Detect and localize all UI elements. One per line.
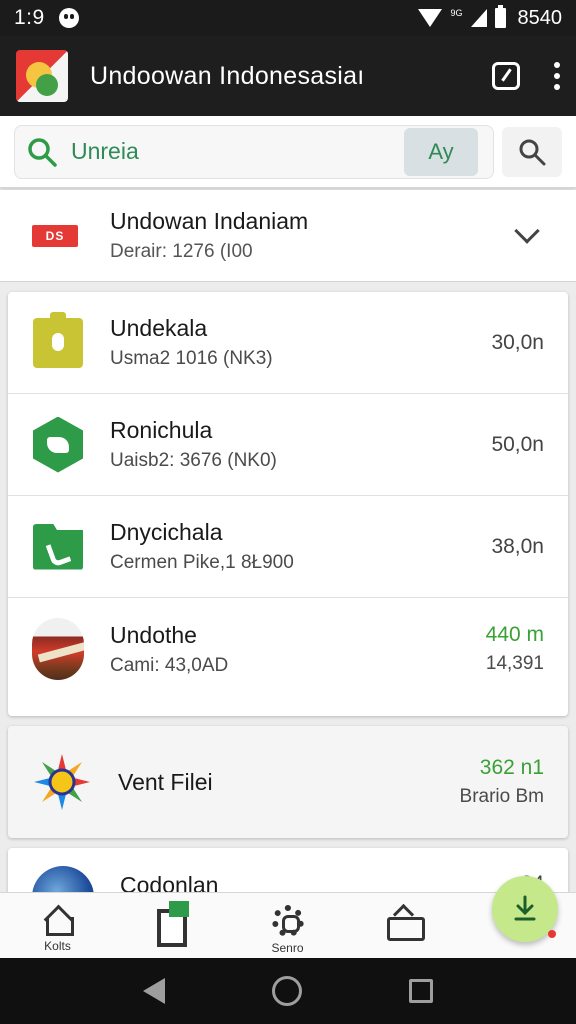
item-detail: Cermen Pike,1 8Ł900 [110,552,294,573]
status-icons: 9G 8540 [418,5,563,30]
item-secondary-value: 14,391 [485,653,544,674]
gear-icon [271,905,304,937]
photo-thumbnail [32,618,84,680]
system-navigation [0,958,576,1024]
item-secondary-value: Brario Bm [459,786,544,807]
download-fab[interactable] [492,876,558,942]
status-clock: 8540 [517,6,563,29]
item-name: Dnycichala [110,519,223,545]
app-logo [16,50,68,102]
section-subtitle: Derair: 1276 (I00 [110,241,253,262]
signal-icon [470,9,487,27]
nav-label: Kolts [44,939,71,953]
shield-icon [33,416,83,473]
nav-item-drive[interactable] [345,893,460,959]
list-item[interactable]: Undothe Cami: 43,0AD 440 m 14,391 [8,598,568,700]
list-item[interactable]: Vent Filei 362 n1 Brario Bm [8,726,568,838]
search-row: Ay [0,116,576,188]
search-icon [28,137,57,167]
search-input[interactable] [71,138,371,165]
chevron-down-icon[interactable] [514,217,540,244]
filter-chip-button[interactable]: Ay [404,127,478,176]
item-detail: Cami: 43,0AD [110,654,229,676]
bottom-navigation: Kolts Senro [0,892,576,958]
network-type: 9G [450,8,463,18]
section-text: Undowan Indaniam Derair: 1276 (I00 [110,208,308,263]
app-actions [492,62,560,90]
search-icon [519,139,546,165]
section-title: Undowan Indaniam [110,208,309,234]
status-time: 1:9 [14,6,45,29]
sun-icon [34,754,90,810]
back-icon[interactable] [143,978,166,1004]
nav-item-home[interactable]: Kolts [0,893,115,959]
home-icon [43,905,74,936]
item-name: Ronichula [110,417,213,443]
items-card: Undekala Usma2 1016 (NK3) 30,0n Ronichul… [8,292,568,716]
nav-item-documents[interactable] [115,893,230,959]
section-header[interactable]: DS Undowan Indaniam Derair: 1276 (I00 [0,190,576,282]
item-value: 50,0n [491,432,544,456]
app-title: Undoowan Indonesasiaı [90,61,365,90]
notification-badge [548,930,556,938]
item-value: 38,0n [491,534,544,558]
item-detail: Usma2 1016 (NK3) [110,348,273,369]
nav-item-settings[interactable]: Senro [230,893,345,959]
more-options-icon[interactable] [554,62,560,90]
nav-label: Senro [271,941,304,955]
drive-icon [386,907,425,941]
battery-icon [494,5,506,28]
item-detail: Uaisb2: 3676 (NK0) [110,450,277,471]
item-value: 362 n1 [479,756,544,779]
list-item[interactable]: Dnycichala Cermen Pike,1 8Ł900 38,0n [8,496,568,598]
home-circle-icon[interactable] [271,976,302,1006]
status-bar: 1:9 9G 8540 [0,0,576,36]
lock-icon [33,311,83,368]
download-icon [514,895,536,921]
list-item[interactable]: Undekala Usma2 1016 (NK3) 30,0n [8,292,568,394]
recent-apps-icon[interactable] [408,979,433,1003]
item-name: Undekala [110,315,208,341]
notification-icon [58,8,79,28]
wifi-icon [418,9,443,27]
search-button[interactable] [502,126,562,177]
item-name: Vent Filei [118,768,213,795]
vent-card: Vent Filei 362 n1 Brario Bm [8,726,568,838]
document-icon [156,901,189,947]
app-bar: Undoowan Indonesasiaı [0,36,576,116]
item-value: 30,0n [491,330,544,354]
item-name: Undothe [110,621,197,648]
edit-icon[interactable] [492,62,520,90]
item-value: 440 m [485,623,544,646]
ds-badge: DS [32,224,78,247]
list-item[interactable]: Ronichula Uaisb2: 3676 (NK0) 50,0n [8,394,568,496]
folder-phone-icon [33,523,83,570]
